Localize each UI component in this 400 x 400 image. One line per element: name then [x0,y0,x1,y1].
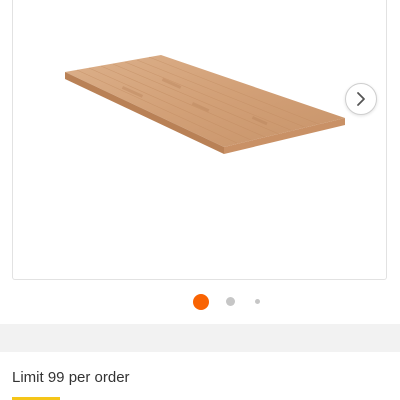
product-image[interactable] [13,0,388,280]
pagination-dot-active[interactable] [193,294,209,310]
next-image-button[interactable] [345,83,377,115]
product-image-gallery [12,0,387,280]
chevron-right-icon [357,92,365,106]
price-row [12,394,212,400]
pagination-dot[interactable] [255,299,260,304]
section-divider [0,324,400,352]
gallery-pagination [0,294,400,310]
order-limit-text: Limit 99 per order [12,369,130,386]
product-page: Limit 99 per order [0,0,400,400]
pagination-dot[interactable] [226,297,235,306]
